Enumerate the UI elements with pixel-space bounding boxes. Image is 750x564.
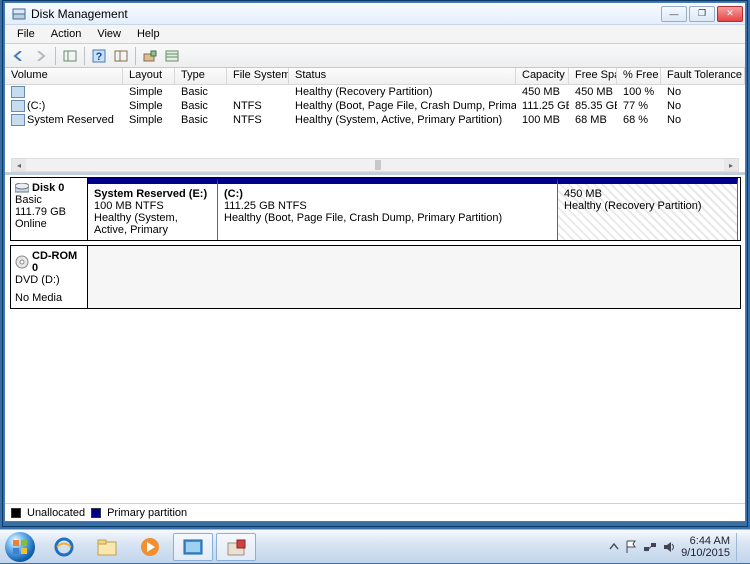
disk-type: Basic: [15, 194, 83, 206]
tray-network-icon[interactable]: [643, 541, 657, 553]
volume-row[interactable]: System ReservedSimpleBasicNTFSHealthy (S…: [5, 113, 745, 127]
col-status[interactable]: Status: [289, 68, 516, 84]
graphical-view: Disk 0 Basic 111.79 GB Online System Res…: [5, 173, 745, 503]
taskbar-media-player[interactable]: [130, 533, 170, 561]
toolbar-separator: [84, 47, 85, 65]
maximize-button[interactable]: ❐: [689, 6, 715, 22]
settings-button[interactable]: [140, 46, 160, 66]
tray-show-hidden-icon[interactable]: [609, 542, 619, 552]
windows-orb-icon: [5, 532, 35, 562]
minimize-button[interactable]: —: [661, 6, 687, 22]
cdrom-state: No Media: [15, 292, 83, 304]
volume-list-header: Volume Layout Type File System Status Ca…: [5, 68, 745, 85]
tray-clock[interactable]: 6:44 AM 9/10/2015: [681, 535, 730, 559]
col-volume[interactable]: Volume: [5, 68, 123, 84]
taskbar-app[interactable]: [216, 533, 256, 561]
disk-icon: [15, 183, 29, 193]
disk-name: Disk 0: [32, 182, 64, 194]
disk-partitions: System Reserved (E:)100 MB NTFSHealthy (…: [88, 177, 741, 241]
col-capacity[interactable]: Capacity: [516, 68, 569, 84]
list-button[interactable]: [162, 46, 182, 66]
taskbar-disk-management[interactable]: [173, 533, 213, 561]
legend-unallocated-swatch: [11, 508, 21, 518]
system-tray: 6:44 AM 9/10/2015: [603, 533, 750, 561]
cdrom-name: CD-ROM 0: [32, 250, 83, 274]
taskbar: 6:44 AM 9/10/2015: [0, 529, 750, 563]
disk-management-window: Disk Management — ❐ ✕ File Action View H…: [4, 2, 746, 522]
toolbar: ?: [5, 44, 745, 68]
tray-date: 9/10/2015: [681, 547, 730, 559]
close-button[interactable]: ✕: [717, 6, 743, 22]
cdrom-type: DVD (D:): [15, 274, 83, 286]
cdrom-empty-area: [88, 245, 741, 309]
legend-unallocated-label: Unallocated: [27, 507, 85, 519]
volume-list: Volume Layout Type File System Status Ca…: [5, 68, 745, 173]
taskbar-ie[interactable]: [44, 533, 84, 561]
menu-action[interactable]: Action: [43, 26, 90, 42]
cdrom-icon: [15, 255, 29, 269]
volume-row[interactable]: (C:)SimpleBasicNTFSHealthy (Boot, Page F…: [5, 99, 745, 113]
cdrom-row: CD-ROM 0 DVD (D:) No Media: [10, 245, 741, 309]
partition[interactable]: (C:)111.25 GB NTFSHealthy (Boot, Page Fi…: [218, 178, 558, 240]
menubar: File Action View Help: [5, 25, 745, 44]
horizontal-scrollbar[interactable]: ◂ ▸: [11, 158, 739, 172]
col-layout[interactable]: Layout: [123, 68, 175, 84]
col-fault-tolerance[interactable]: Fault Tolerance: [661, 68, 745, 84]
volume-row[interactable]: SimpleBasicHealthy (Recovery Partition)4…: [5, 85, 745, 99]
menu-help[interactable]: Help: [129, 26, 168, 42]
menu-view[interactable]: View: [89, 26, 129, 42]
show-hide-button[interactable]: [60, 46, 80, 66]
svg-text:?: ?: [96, 51, 103, 63]
disk-size: 111.79 GB: [15, 206, 83, 218]
help-button[interactable]: ?: [89, 46, 109, 66]
disk-info[interactable]: Disk 0 Basic 111.79 GB Online: [10, 177, 88, 241]
taskbar-explorer[interactable]: [87, 533, 127, 561]
col-filesystem[interactable]: File System: [227, 68, 289, 84]
volume-icon: [11, 86, 25, 98]
legend-primary-swatch: [91, 508, 101, 518]
legend: Unallocated Primary partition: [5, 503, 745, 521]
menu-file[interactable]: File: [9, 26, 43, 42]
partition[interactable]: System Reserved (E:)100 MB NTFSHealthy (…: [88, 178, 218, 240]
tray-volume-icon[interactable]: [663, 541, 675, 553]
disk-state: Online: [15, 218, 83, 230]
tray-show-desktop[interactable]: [736, 533, 744, 561]
scroll-left-icon[interactable]: ◂: [12, 159, 26, 171]
taskbar-items: [44, 533, 256, 561]
toolbar-separator: [55, 47, 56, 65]
volume-icon: [11, 114, 25, 126]
col-type[interactable]: Type: [175, 68, 227, 84]
toolbar-separator: [135, 47, 136, 65]
volume-icon: [11, 100, 25, 112]
app-icon: [11, 6, 27, 22]
disk-row: Disk 0 Basic 111.79 GB Online System Res…: [10, 177, 741, 241]
refresh-button[interactable]: [111, 46, 131, 66]
col-freespace[interactable]: Free Spa...: [569, 68, 617, 84]
tray-flag-icon[interactable]: [625, 540, 637, 554]
scroll-thumb[interactable]: [375, 160, 381, 170]
content-area: Volume Layout Type File System Status Ca…: [5, 68, 745, 521]
col-pctfree[interactable]: % Free: [617, 68, 661, 84]
partition[interactable]: 450 MBHealthy (Recovery Partition): [558, 178, 738, 240]
start-button[interactable]: [0, 530, 40, 564]
forward-button[interactable]: [31, 46, 51, 66]
tray-time: 6:44 AM: [681, 535, 730, 547]
back-button[interactable]: [9, 46, 29, 66]
titlebar[interactable]: Disk Management — ❐ ✕: [5, 3, 745, 25]
window-title: Disk Management: [31, 7, 661, 21]
legend-primary-label: Primary partition: [107, 507, 187, 519]
scroll-right-icon[interactable]: ▸: [724, 159, 738, 171]
cdrom-info[interactable]: CD-ROM 0 DVD (D:) No Media: [10, 245, 88, 309]
